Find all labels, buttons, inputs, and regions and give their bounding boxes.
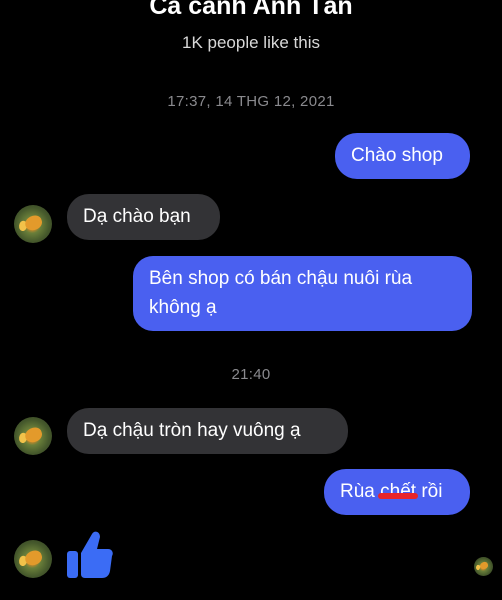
thumbs-up-icon[interactable] <box>64 528 114 580</box>
message-bubble-outgoing[interactable]: Bên shop có bán chậu nuôi rùa không ạ <box>133 256 472 331</box>
message-text: Dạ chậu tròn hay vuông ạ <box>83 420 301 441</box>
message-text: Chào shop <box>351 145 443 166</box>
message-bubble-outgoing[interactable]: Chào shop <box>335 133 470 179</box>
message-bubble-incoming[interactable]: Dạ chậu tròn hay vuông ạ <box>67 408 348 454</box>
page-title: Cá cảnh Anh Tấn <box>149 0 353 20</box>
avatar-fish-body <box>478 561 489 571</box>
page-avatar[interactable] <box>14 205 52 243</box>
message-text-line: Bên shop có bán chậu nuôi rùa <box>149 268 413 289</box>
page-avatar[interactable] <box>14 540 52 578</box>
page-avatar[interactable] <box>14 417 52 455</box>
avatar-fish-body <box>23 425 44 444</box>
message-text: rồi <box>416 481 443 502</box>
avatar-fish-body <box>23 213 44 232</box>
struck-word: chết <box>378 477 418 506</box>
message-bubble-outgoing[interactable]: Rùa chết rồi <box>324 469 470 515</box>
avatar-fish-body <box>23 548 44 567</box>
message-text-line: không ạ <box>149 297 217 318</box>
read-receipt-avatar <box>474 557 493 576</box>
message-bubble-incoming[interactable]: Dạ chào bạn <box>67 194 220 240</box>
page-like-count: 1K people like this <box>182 33 320 52</box>
timestamp: 21:40 <box>231 366 271 383</box>
message-text: Rùa <box>340 481 381 502</box>
timestamp: 17:37, 14 THG 12, 2021 <box>167 93 335 110</box>
thumbs-up-hand <box>81 531 113 578</box>
thumbs-up-cuff <box>67 551 78 578</box>
message-text: Dạ chào bạn <box>83 206 191 227</box>
